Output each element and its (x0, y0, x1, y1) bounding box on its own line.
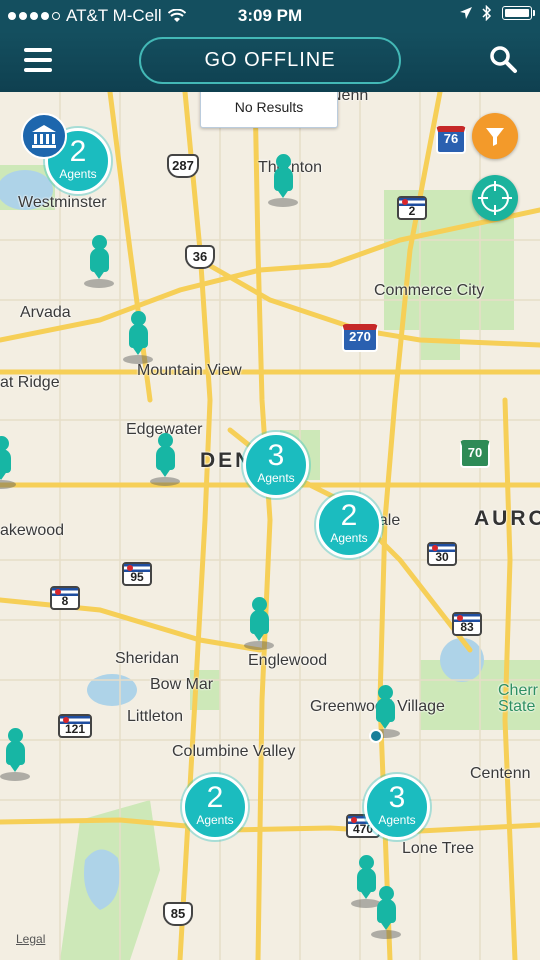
legal-link[interactable]: Legal (16, 932, 45, 946)
status-bar: AT&T M-Cell 3:09 PM (0, 0, 540, 32)
agent-cluster[interactable]: 3 Agents (364, 774, 430, 840)
co-8-shield: 8 (50, 586, 80, 610)
map-label-wheat-ridge: at Ridge (0, 374, 60, 391)
co-30-shield: 30 (427, 542, 457, 566)
agent-pin[interactable] (150, 433, 180, 489)
map-label-westminster: Westminster (18, 194, 107, 211)
us-36-shield: 36 (185, 245, 215, 269)
map-label-littleton: Littleton (127, 708, 184, 725)
map-label-arvada: Arvada (20, 304, 71, 321)
no-results-tooltip: No Results (200, 92, 338, 128)
map-label-mountain-view: Mountain View (137, 362, 242, 379)
co-121-shield: 121 (58, 714, 92, 738)
map-label-centennial: Centenn (470, 765, 531, 782)
agent-cluster[interactable]: 2 Agents (316, 492, 382, 558)
map-label-columbine-valley: Columbine Valley (172, 743, 296, 760)
co-2-shield: 2 (397, 196, 427, 220)
bank-icon (32, 125, 56, 148)
filter-button[interactable] (472, 113, 518, 159)
map-label-lakewood: akewood (0, 522, 65, 539)
agent-pin[interactable] (123, 311, 153, 367)
search-icon[interactable] (488, 44, 518, 74)
interstate-76-shield: 76 (436, 126, 466, 154)
us-85-shield: 85 (163, 902, 193, 926)
agent-pin[interactable] (0, 436, 16, 492)
map-base (0, 92, 540, 960)
header-bar: GO OFFLINE (0, 32, 540, 92)
filter-icon (486, 128, 504, 146)
map-label-sheridan: Sheridan (115, 650, 180, 667)
map-label-commerce-city: Commerce City (374, 282, 485, 299)
crosshair-icon (478, 181, 512, 215)
agent-pin[interactable] (244, 597, 274, 653)
clock: 3:09 PM (237, 6, 303, 25)
interstate-270-shield: 270 (342, 324, 378, 352)
agent-pin[interactable] (268, 154, 298, 210)
bank-locations-button[interactable] (21, 113, 67, 159)
map-label-cherry-creek-2: State (498, 698, 536, 715)
agent-cluster[interactable]: 3 Agents (243, 432, 309, 498)
map-label-aurora: AURO (474, 507, 540, 530)
hamburger-menu-icon[interactable] (24, 48, 52, 74)
interstate-70-shield: 70 (460, 440, 490, 468)
map-label-bow-mar: Bow Mar (150, 676, 214, 693)
map-label-englewood: Englewood (248, 652, 328, 669)
locate-me-button[interactable] (472, 175, 518, 221)
agent-pin[interactable] (84, 235, 114, 291)
bluetooth-icon (482, 5, 492, 21)
location-arrow-icon (460, 7, 472, 19)
us-287-shield: 287 (167, 154, 199, 178)
go-offline-button[interactable]: GO OFFLINE (139, 37, 401, 84)
co-83-shield: 83 (452, 612, 482, 636)
agent-pin[interactable] (0, 728, 30, 784)
battery-icon (502, 6, 535, 20)
map-view[interactable]: Nenn Westminster Thornton Arvada Commerc… (0, 92, 540, 960)
map-label-lone-tree: Lone Tree (402, 840, 475, 857)
co-95-shield: 95 (122, 562, 152, 586)
agent-pin[interactable] (371, 886, 401, 942)
status-right (460, 5, 535, 21)
agent-cluster[interactable]: 2 Agents (182, 774, 248, 840)
current-location-dot (369, 729, 383, 743)
